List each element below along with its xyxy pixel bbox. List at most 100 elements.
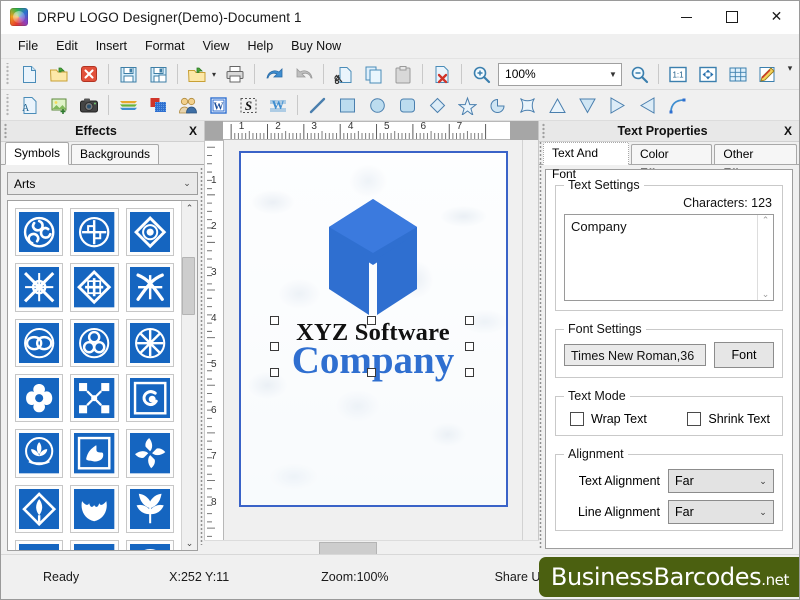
copy-icon[interactable] (359, 60, 387, 88)
watermark-icon[interactable]: W (264, 91, 292, 119)
swirl-circle-symbol[interactable] (126, 540, 174, 550)
menu-view[interactable]: View (194, 36, 239, 56)
pinwheel-circle-symbol[interactable] (70, 208, 118, 256)
triangle-left-tool-icon[interactable] (633, 91, 661, 119)
line-tool-icon[interactable] (303, 91, 331, 119)
ellipse-tool-icon[interactable] (363, 91, 391, 119)
palm-leaf-symbol[interactable] (126, 485, 174, 533)
triangle-down-tool-icon[interactable] (573, 91, 601, 119)
tab-text-and-font[interactable]: Text And Font (543, 142, 629, 165)
diamond-leaf-symbol[interactable] (15, 485, 63, 533)
minimize-button[interactable] (664, 1, 709, 33)
vertical-ruler[interactable]: 1 2 3 4 5 6 7 8 9 (205, 140, 224, 555)
chevron-down-icon[interactable]: ⌄ (753, 507, 773, 518)
insert-image-icon[interactable] (45, 91, 73, 119)
chevron-down-icon[interactable]: ▼ (605, 70, 621, 79)
scroll-thumb[interactable] (182, 257, 195, 315)
spiral-square-symbol[interactable] (126, 374, 174, 422)
design-page[interactable]: XYZ Software Company (239, 151, 508, 507)
concentric-diamond-symbol[interactable] (126, 208, 174, 256)
text-properties-close-icon[interactable]: X (777, 124, 799, 138)
insert-text-icon[interactable]: A (15, 91, 43, 119)
canvas-horizontal-scrollbar[interactable] (204, 540, 539, 555)
selection-handle-tl[interactable] (270, 316, 279, 325)
chevron-down-icon[interactable]: ⌄ (177, 178, 197, 189)
rounded-rect-tool-icon[interactable] (393, 91, 421, 119)
scroll-track[interactable] (182, 215, 197, 536)
color-palette-icon[interactable] (144, 91, 172, 119)
edit-page-icon[interactable] (754, 60, 782, 88)
interlace-knot-symbol[interactable] (126, 263, 174, 311)
quatrefoil-floral-symbol[interactable] (15, 374, 63, 422)
selection-handle-tc[interactable] (367, 316, 376, 325)
effects-panel-close-icon[interactable]: X (182, 124, 204, 138)
open-folder-icon[interactable] (45, 60, 73, 88)
fit-page-icon[interactable] (694, 60, 722, 88)
woven-circle-symbol[interactable] (126, 319, 174, 367)
cube-logo-mark[interactable] (319, 193, 427, 321)
close-button[interactable]: ✕ (754, 1, 799, 33)
line-alignment-dropdown[interactable]: Far ⌄ (668, 500, 774, 524)
font-button[interactable]: Font (714, 342, 774, 368)
save-icon[interactable] (114, 60, 142, 88)
selection-handle-ml[interactable] (270, 342, 279, 351)
triskelion-circle-symbol[interactable] (15, 208, 63, 256)
text-alignment-dropdown[interactable]: Far ⌄ (668, 469, 774, 493)
scroll-down-icon[interactable]: ⌄ (182, 536, 197, 550)
four-point-star-tool-icon[interactable] (513, 91, 541, 119)
fan-burst-symbol[interactable] (15, 540, 63, 550)
shell-fan-symbol[interactable] (70, 485, 118, 533)
network-nodes-symbol[interactable] (70, 374, 118, 422)
diamond-grid-symbol[interactable] (70, 263, 118, 311)
menu-buy-now[interactable]: Buy Now (282, 36, 350, 56)
chevron-down-icon[interactable]: ⌄ (753, 476, 773, 487)
panel-resize-handle[interactable] (200, 167, 204, 545)
wrap-text-checkbox[interactable]: Wrap Text (570, 412, 647, 426)
pinwheel-leaf-symbol[interactable] (126, 429, 174, 477)
selection-handle-bc[interactable] (367, 368, 376, 377)
close-document-icon[interactable] (75, 60, 103, 88)
zoom-combobox[interactable]: 100% ▼ (498, 63, 622, 86)
layers-icon[interactable] (114, 91, 142, 119)
celtic-cross-square-symbol[interactable] (15, 263, 63, 311)
selection-handle-br[interactable] (465, 368, 474, 377)
menu-edit[interactable]: Edit (47, 36, 87, 56)
maximize-button[interactable] (709, 1, 754, 33)
toolbar-grip[interactable] (4, 94, 12, 116)
symbol-category-dropdown[interactable]: Arts ⌄ (7, 172, 198, 195)
selection-handle-tr[interactable] (465, 316, 474, 325)
capture-camera-icon[interactable] (75, 91, 103, 119)
checkbox-icon[interactable] (687, 412, 701, 426)
font-value-field[interactable]: Times New Roman,36 (564, 344, 706, 366)
triangle-right-tool-icon[interactable] (603, 91, 631, 119)
cut-icon[interactable] (329, 60, 357, 88)
menu-insert[interactable]: Insert (87, 36, 136, 56)
tab-symbols[interactable]: Symbols (5, 142, 69, 165)
zoom-out-icon[interactable] (625, 60, 653, 88)
diamond-tool-icon[interactable] (423, 91, 451, 119)
scroll-up-icon[interactable]: ⌃ (758, 215, 773, 226)
scroll-down-icon[interactable]: ⌄ (758, 289, 773, 300)
open-recent-icon[interactable] (183, 60, 211, 88)
blossom-symbol[interactable] (70, 540, 118, 550)
clipart-people-icon[interactable] (174, 91, 202, 119)
horizontal-ruler[interactable]: 1 2 3 4 5 6 7 (223, 121, 510, 140)
tab-other-effects[interactable]: Other Effects (714, 144, 797, 164)
text-content-input[interactable]: Company ⌃ ⌄ (564, 214, 774, 301)
canvas-vertical-scrollbar[interactable] (522, 140, 538, 555)
checkbox-icon[interactable] (570, 412, 584, 426)
tab-backgrounds[interactable]: Backgrounds (71, 144, 159, 164)
signature-icon[interactable]: S (234, 91, 262, 119)
pie-tool-icon[interactable] (483, 91, 511, 119)
delete-document-icon[interactable] (428, 60, 456, 88)
print-icon[interactable] (221, 60, 249, 88)
new-document-icon[interactable] (15, 60, 43, 88)
symbol-grid-scrollbar[interactable]: ⌃ ⌄ (181, 201, 197, 550)
shrink-text-checkbox[interactable]: Shrink Text (687, 412, 770, 426)
trefoil-circle-symbol[interactable] (70, 319, 118, 367)
menu-format[interactable]: Format (136, 36, 194, 56)
open-recent-dropdown-arrow[interactable]: ▾ (212, 70, 216, 79)
actual-size-icon[interactable]: 1:1 (664, 60, 692, 88)
text-area-scrollbar[interactable]: ⌃ ⌄ (757, 215, 773, 300)
arc-tool-icon[interactable] (663, 91, 691, 119)
